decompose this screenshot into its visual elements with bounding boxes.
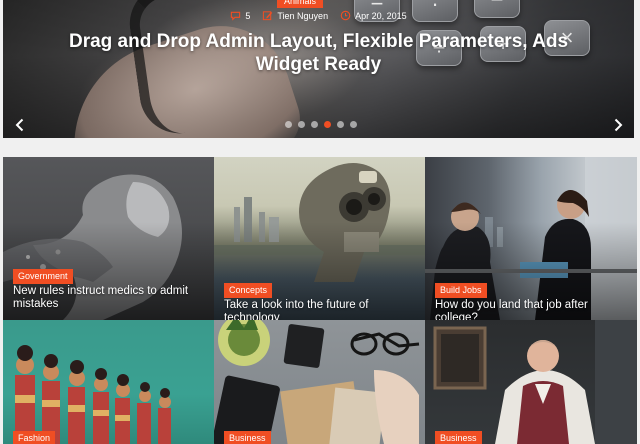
card-category-badge[interactable]: Concepts bbox=[224, 283, 273, 298]
slide-date-text: Apr 20, 2015 bbox=[355, 10, 407, 21]
card-title[interactable]: Take a look into the future of technolog… bbox=[224, 299, 415, 320]
slide-meta: 5 Tien Nguyen Apr 20, 2015 bbox=[3, 10, 634, 21]
card-image bbox=[214, 320, 420, 444]
card-category-badge[interactable]: Build Jobs bbox=[435, 283, 487, 298]
slider-dot[interactable] bbox=[285, 121, 292, 128]
slide-comments[interactable]: 5 bbox=[230, 10, 250, 21]
slider-dot[interactable] bbox=[324, 121, 331, 128]
featured-slider: − · − ÷ + × Animals 5 Tien Nguyen Apr 20 bbox=[3, 0, 634, 138]
post-card[interactable]: Business bbox=[425, 320, 637, 444]
card-category-badge[interactable]: Fashion bbox=[13, 431, 56, 444]
slider-pagination bbox=[285, 121, 357, 128]
post-card[interactable]: Business bbox=[214, 320, 425, 444]
post-card[interactable]: Concepts Take a look into the future of … bbox=[214, 157, 425, 320]
post-card[interactable]: Fashion bbox=[3, 320, 214, 444]
card-category-badge[interactable]: Business bbox=[224, 431, 271, 444]
chevron-right-icon bbox=[614, 118, 622, 132]
card-title[interactable]: New rules instruct medics to admit mista… bbox=[13, 285, 204, 311]
card-title[interactable]: How do you land that job after college? bbox=[435, 299, 627, 320]
slide-author-name: Tien Nguyen bbox=[277, 10, 329, 21]
slide-category-badge[interactable]: Animals bbox=[277, 0, 324, 8]
slide-title[interactable]: Drag and Drop Admin Layout, Flexible Par… bbox=[63, 30, 574, 76]
slide-author[interactable]: Tien Nguyen bbox=[262, 10, 328, 21]
chevron-left-icon bbox=[15, 118, 23, 132]
card-category-badge[interactable]: Government bbox=[13, 269, 73, 284]
slider-dot[interactable] bbox=[337, 121, 344, 128]
post-grid: Government New rules instruct medics to … bbox=[3, 157, 637, 444]
slide-date: Apr 20, 2015 bbox=[340, 10, 407, 21]
post-card[interactable]: Government New rules instruct medics to … bbox=[3, 157, 214, 320]
post-card[interactable]: Build Jobs How do you land that job afte… bbox=[425, 157, 637, 320]
comment-icon bbox=[231, 11, 241, 21]
slider-next-button[interactable] bbox=[611, 116, 625, 134]
slider-dot[interactable] bbox=[311, 121, 318, 128]
slider-dot[interactable] bbox=[350, 121, 357, 128]
slider-dot[interactable] bbox=[298, 121, 305, 128]
card-category-badge[interactable]: Business bbox=[435, 431, 482, 444]
slide-comment-count: 5 bbox=[245, 10, 251, 21]
pencil-icon bbox=[263, 11, 273, 21]
slider-prev-button[interactable] bbox=[12, 116, 26, 134]
card-image bbox=[433, 320, 637, 444]
clock-icon bbox=[340, 10, 351, 21]
card-image bbox=[15, 345, 171, 444]
